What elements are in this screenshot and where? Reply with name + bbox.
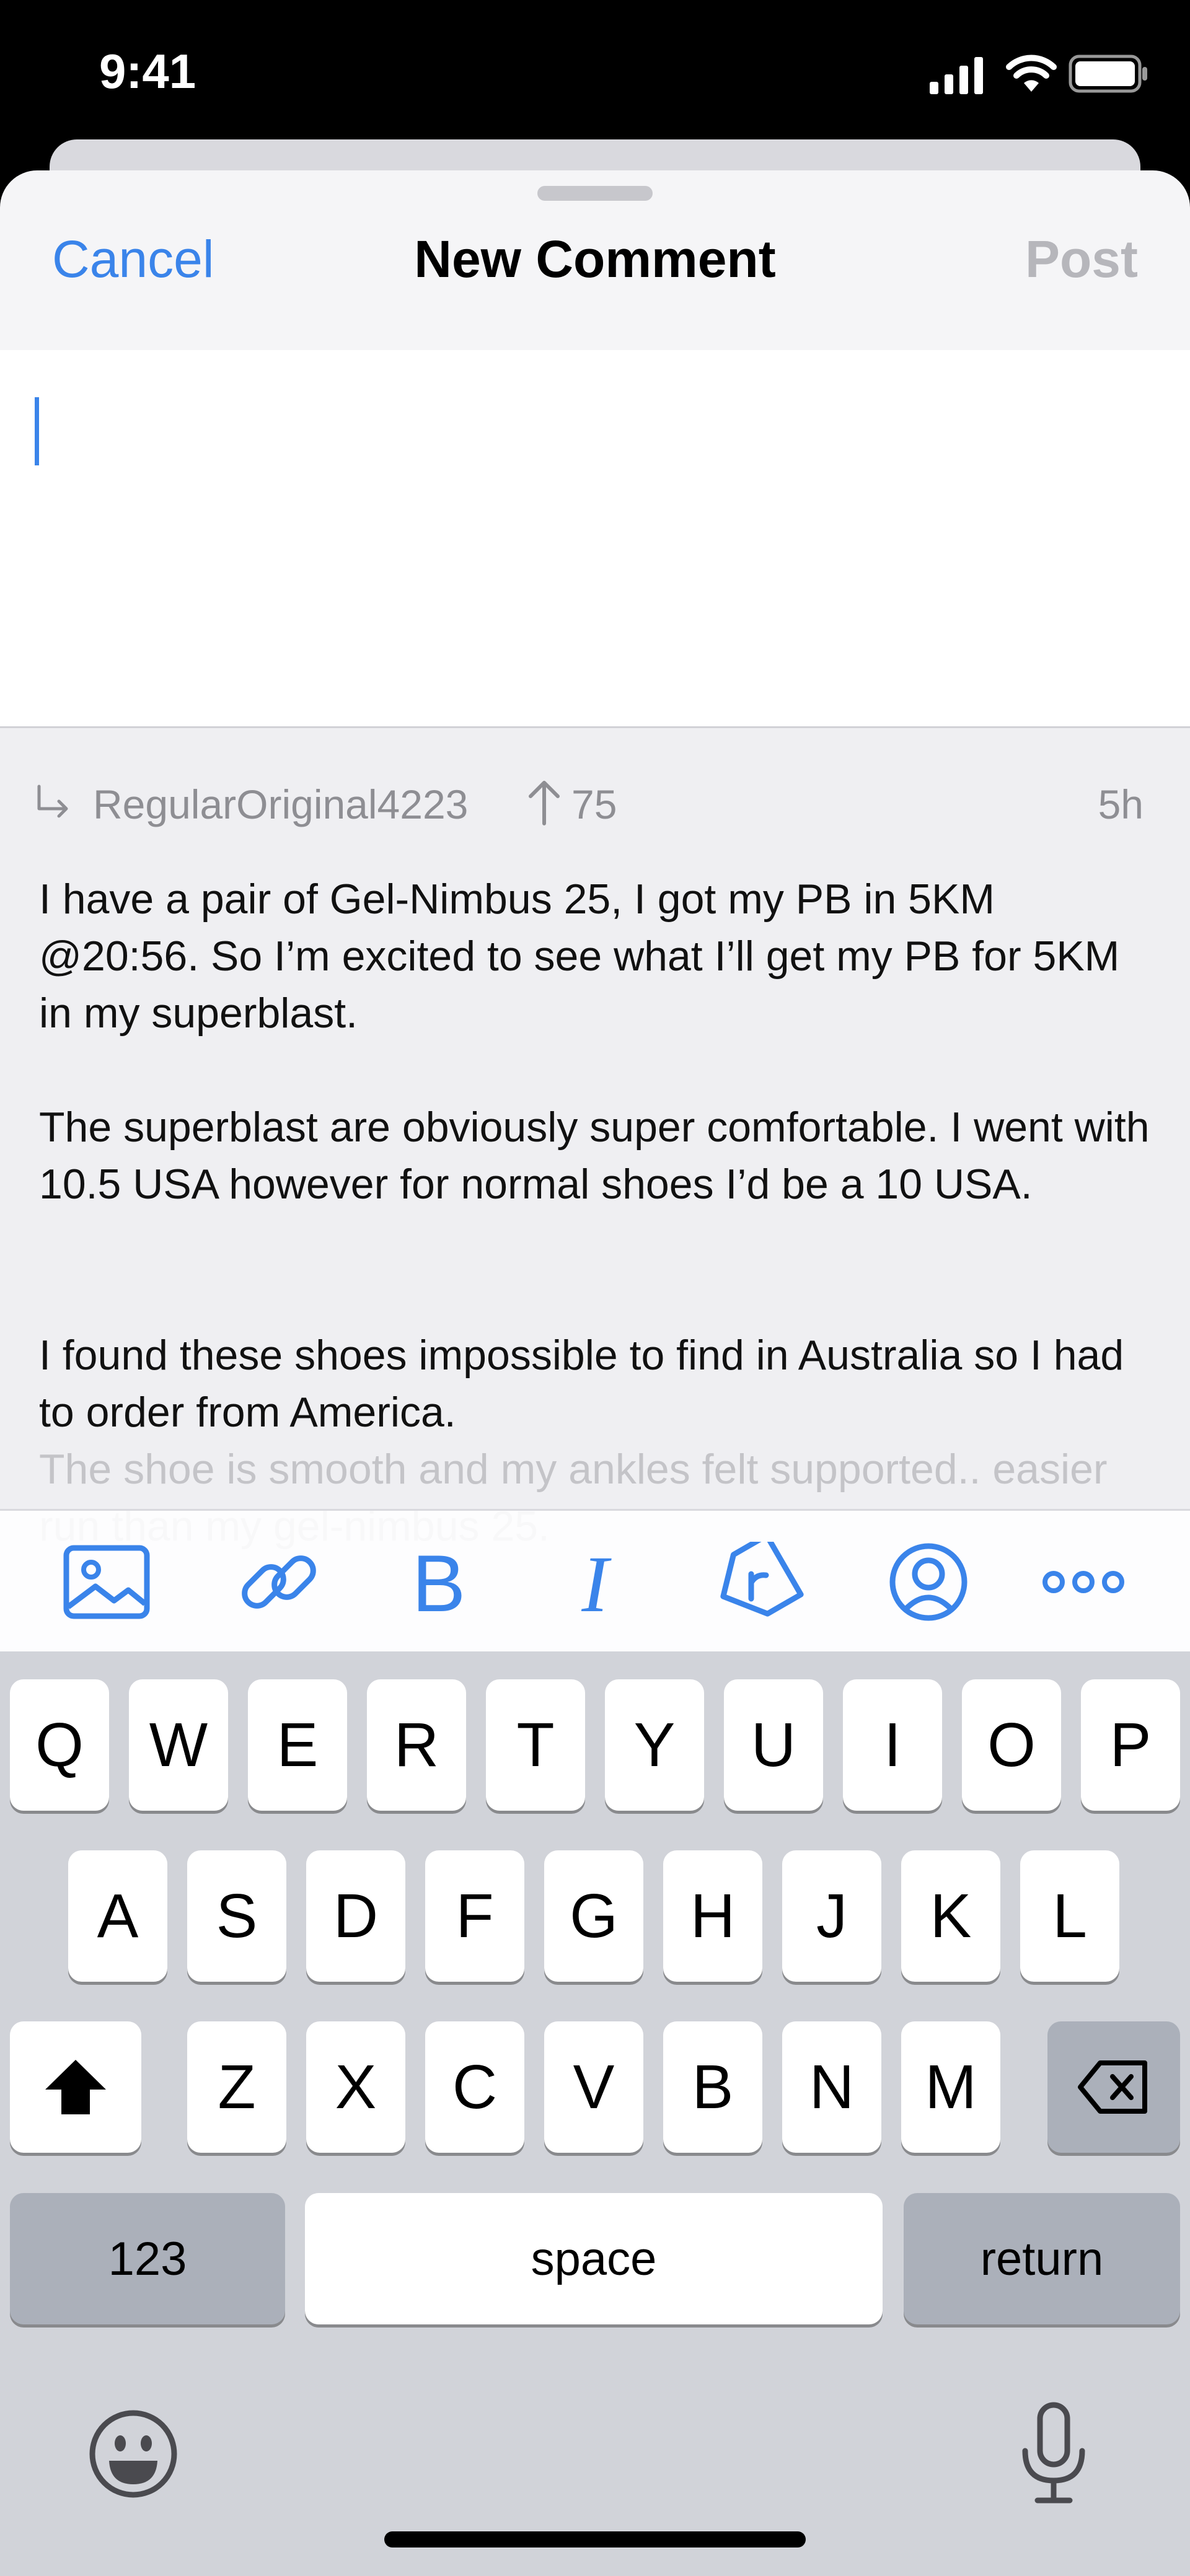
post-button[interactable]: Post [1025,229,1138,289]
key-w[interactable]: W [129,1679,228,1811]
backspace-icon [1078,2060,1147,2114]
emoji-icon[interactable] [87,2407,180,2500]
key-k[interactable]: K [901,1850,1000,1982]
status-bar: 9:41 [0,0,1190,143]
key-p[interactable]: P [1081,1679,1180,1811]
key-r[interactable]: R [367,1679,466,1811]
key-s[interactable]: S [187,1850,286,1982]
key-l[interactable]: L [1020,1850,1119,1982]
key-j[interactable]: J [782,1850,881,1982]
key-g[interactable]: G [544,1850,643,1982]
shift-arrow-icon [45,2060,106,2114]
cancel-button[interactable]: Cancel [52,229,214,289]
wifi-icon [1006,55,1057,92]
formatting-toolbar: B I [0,1509,1190,1653]
comment-paragraph: The superblast are obviously super comfo… [39,1104,1150,1208]
comment-paragraph: I have a pair of Gel-Nimbus 25, I got my… [39,876,1120,1037]
key-e[interactable]: E [248,1679,347,1811]
comment-author[interactable]: RegularOriginal4223 [93,781,468,828]
battery-icon [1069,55,1147,93]
shift-key[interactable] [10,2021,141,2153]
microphone-icon[interactable] [1016,2401,1091,2507]
keyboard: Q W E R T Y U I O P A S D F G H J K L Z … [0,1651,1190,2576]
bold-icon[interactable]: B [389,1538,488,1629]
flair-tag-icon[interactable] [708,1532,807,1622]
italic-glyph: I [581,1542,612,1622]
key-m[interactable]: M [901,2021,1000,2153]
status-time: 9:41 [99,44,196,99]
italic-icon[interactable]: I [545,1540,645,1629]
reply-arrow-icon [37,785,68,818]
key-c[interactable]: C [425,2021,524,2153]
image-icon[interactable] [57,1542,156,1622]
comment-timestamp: 5h [1098,781,1144,827]
key-h[interactable]: H [663,1850,762,1982]
key-b[interactable]: B [663,2021,762,2153]
nav-bar: New Comment Cancel Post [0,170,1190,352]
cellular-signal-icon [930,57,983,94]
home-indicator [384,2531,806,2547]
delete-key[interactable] [1047,2021,1180,2153]
return-key[interactable]: return [904,2193,1180,2324]
comment-paragraph: I found these shoes impossible to find i… [39,1332,1124,1436]
more-icon[interactable] [1034,1542,1133,1622]
text-caret [35,397,39,465]
key-o[interactable]: O [962,1679,1061,1811]
key-v[interactable]: V [544,2021,643,2153]
bold-glyph: B [412,1542,466,1622]
comment-input[interactable] [0,350,1190,728]
key-t[interactable]: T [486,1679,585,1811]
key-n[interactable]: N [782,2021,881,2153]
key-x[interactable]: X [306,2021,405,2153]
key-z[interactable]: Z [187,2021,286,2153]
key-u[interactable]: U [724,1679,823,1811]
key-a[interactable]: A [68,1850,167,1982]
key-y[interactable]: Y [605,1679,704,1811]
key-d[interactable]: D [306,1850,405,1982]
upvote-count: 75 [571,781,617,827]
link-icon[interactable] [229,1542,328,1622]
upvote-arrow-icon [529,781,560,825]
key-f[interactable]: F [425,1850,524,1982]
key-q[interactable]: Q [10,1679,109,1811]
key-i[interactable]: I [843,1679,942,1811]
space-key[interactable]: space [305,2193,883,2324]
user-mention-icon[interactable] [879,1542,978,1622]
numbers-key[interactable]: 123 [10,2193,285,2324]
